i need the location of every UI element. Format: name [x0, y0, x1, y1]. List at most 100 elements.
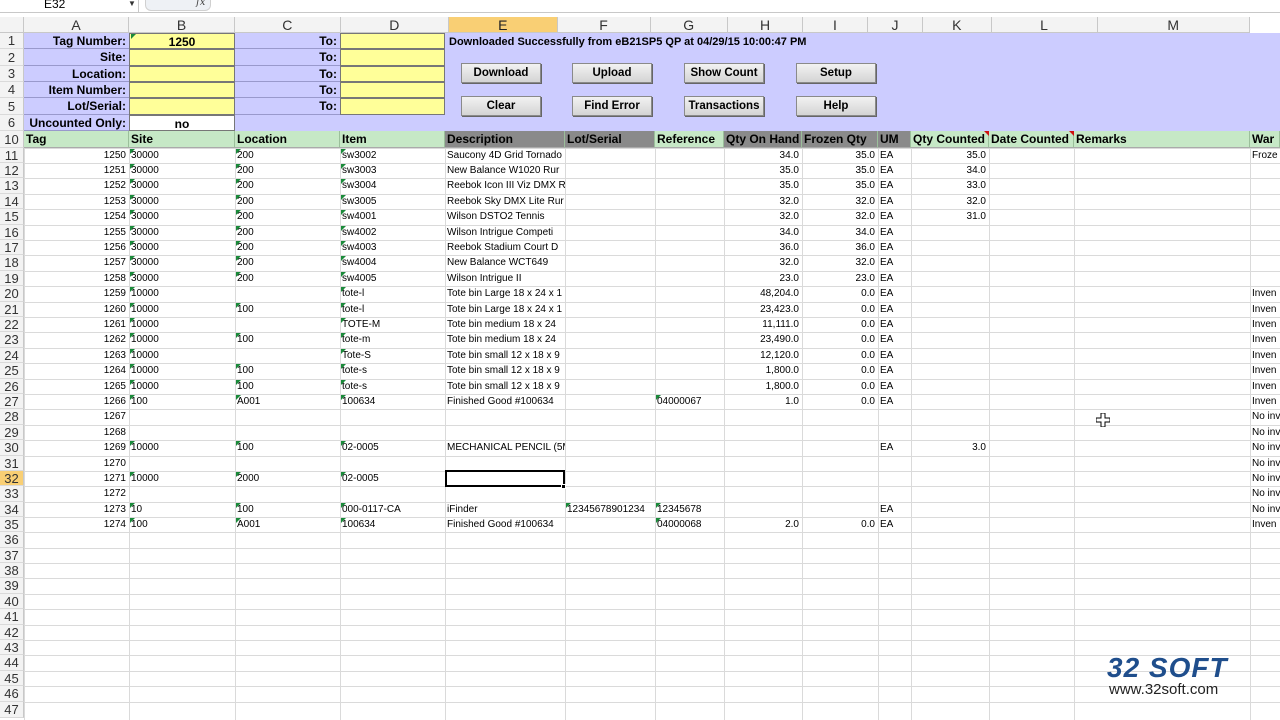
table-cell[interactable] [1074, 456, 1250, 471]
table-cell[interactable]: EA [878, 240, 911, 255]
row-header-20[interactable]: 20 [0, 286, 24, 302]
table-cell[interactable]: 1252 [24, 178, 129, 194]
table-cell[interactable]: 100634 [340, 394, 445, 409]
table-cell[interactable] [655, 379, 724, 394]
row-header-14[interactable]: 14 [0, 194, 24, 209]
filter-input-1[interactable] [129, 49, 235, 66]
table-cell[interactable] [911, 456, 989, 471]
table-cell[interactable] [878, 486, 911, 502]
table-cell[interactable] [340, 409, 445, 425]
table-cell[interactable]: Inven [1250, 317, 1280, 332]
table-cell[interactable] [1074, 394, 1250, 409]
select-all-corner[interactable] [0, 17, 24, 33]
table-cell[interactable]: Tote bin small 12 x 18 x 9 [445, 348, 565, 363]
table-row[interactable]: 1254 30000 200 sw4001 Wilson DSTO2 Tennis 32.… [24, 209, 1280, 225]
table-cell[interactable] [989, 163, 1074, 178]
table-cell[interactable]: Inven [1250, 517, 1280, 532]
table-cell[interactable]: 35.0 [802, 163, 878, 178]
filter-to-input-0[interactable] [340, 33, 445, 49]
table-cell[interactable] [878, 471, 911, 486]
table-cell[interactable]: 35.0 [724, 163, 802, 178]
table-cell[interactable] [878, 425, 911, 440]
row-header-17[interactable]: 17 [0, 240, 24, 255]
table-cell[interactable]: sw3005 [340, 194, 445, 209]
table-cell[interactable]: EA [878, 148, 911, 163]
row-header-42[interactable]: 42 [0, 625, 24, 640]
column-header-d[interactable]: D [340, 17, 449, 33]
table-header-item[interactable]: Item [340, 131, 445, 148]
table-row[interactable]: 1255 30000 200 sw4002 Wilson Intrigue Compet… [24, 225, 1280, 240]
table-cell[interactable]: 12345678 [655, 502, 724, 517]
table-cell[interactable]: 23,423.0 [724, 302, 802, 317]
table-cell[interactable] [565, 286, 655, 302]
row-header-15[interactable]: 15 [0, 209, 24, 225]
table-cell[interactable] [235, 286, 340, 302]
table-cell[interactable]: EA [878, 178, 911, 194]
table-cell[interactable]: EA [878, 209, 911, 225]
table-cell[interactable]: 1272 [24, 486, 129, 502]
row-header-29[interactable]: 29 [0, 425, 24, 440]
table-cell[interactable] [235, 486, 340, 502]
table-row[interactable]: 1261 10000 TOTE-M Tote bin medium 18 x 24 11… [24, 317, 1280, 332]
table-cell[interactable] [565, 486, 655, 502]
table-cell[interactable] [655, 486, 724, 502]
column-header-l[interactable]: L [991, 17, 1098, 33]
table-cell[interactable]: 100634 [340, 517, 445, 532]
table-cell[interactable]: 1260 [24, 302, 129, 317]
table-cell[interactable]: 1263 [24, 348, 129, 363]
row-header-23[interactable]: 23 [0, 332, 24, 348]
table-row[interactable]: 1265 10000 100 tote-s Tote bin small 12 x 18… [24, 379, 1280, 394]
table-cell[interactable] [445, 409, 565, 425]
row-header-45[interactable]: 45 [0, 671, 24, 686]
row-header-25[interactable]: 25 [0, 363, 24, 379]
row-header-24[interactable]: 24 [0, 348, 24, 363]
table-cell[interactable]: 30000 [129, 240, 235, 255]
table-cell[interactable]: Tote bin medium 18 x 24 [445, 332, 565, 348]
table-cell[interactable]: 04000067 [655, 394, 724, 409]
table-cell[interactable]: 200 [235, 178, 340, 194]
table-cell[interactable] [989, 409, 1074, 425]
table-cell[interactable]: 23.0 [724, 271, 802, 286]
row-header-35[interactable]: 35 [0, 517, 24, 532]
table-cell[interactable] [989, 471, 1074, 486]
table-cell[interactable] [989, 148, 1074, 163]
table-cell[interactable]: sw3002 [340, 148, 445, 163]
table-cell[interactable]: sw4001 [340, 209, 445, 225]
table-cell[interactable]: 3.0 [911, 440, 989, 456]
table-row[interactable]: 1273 10 100 000-0117-CA iFinder 1234567890123… [24, 502, 1280, 517]
table-cell[interactable]: 23.0 [802, 271, 878, 286]
help-button[interactable]: Help [796, 96, 876, 116]
table-row[interactable]: 1260 10000 100 tote-l Tote bin Large 18 x 24… [24, 302, 1280, 317]
table-cell[interactable] [989, 271, 1074, 286]
table-cell[interactable] [655, 348, 724, 363]
table-cell[interactable]: 30000 [129, 271, 235, 286]
table-cell[interactable] [878, 409, 911, 425]
table-cell[interactable] [565, 332, 655, 348]
table-cell[interactable] [655, 471, 724, 486]
row-header-4[interactable]: 4 [0, 82, 24, 98]
row-header-5[interactable]: 5 [0, 98, 24, 115]
column-header-j[interactable]: J [868, 17, 923, 33]
table-cell[interactable] [1074, 225, 1250, 240]
row-header-18[interactable]: 18 [0, 255, 24, 271]
table-cell[interactable] [802, 440, 878, 456]
table-cell[interactable] [235, 425, 340, 440]
table-cell[interactable]: 36.0 [802, 240, 878, 255]
column-header-i[interactable]: I [803, 17, 868, 33]
row-header-36[interactable]: 36 [0, 532, 24, 548]
table-header-qty-counted[interactable]: Qty Counted [911, 131, 989, 148]
table-cell[interactable]: No inv [1250, 486, 1280, 502]
table-cell[interactable]: 1262 [24, 332, 129, 348]
table-cell[interactable] [911, 379, 989, 394]
table-cell[interactable]: TOTE-M [340, 317, 445, 332]
table-cell[interactable]: 200 [235, 209, 340, 225]
column-header-f[interactable]: F [557, 17, 651, 33]
filter-input-3[interactable] [129, 82, 235, 98]
table-cell[interactable] [911, 502, 989, 517]
worksheet-grid[interactable]: Tag Number: 1250 To: Site: To: Location: To: It… [24, 33, 1280, 720]
table-cell[interactable]: 200 [235, 194, 340, 209]
table-cell[interactable] [911, 255, 989, 271]
table-cell[interactable] [989, 394, 1074, 409]
table-cell[interactable] [565, 456, 655, 471]
table-cell[interactable] [911, 409, 989, 425]
